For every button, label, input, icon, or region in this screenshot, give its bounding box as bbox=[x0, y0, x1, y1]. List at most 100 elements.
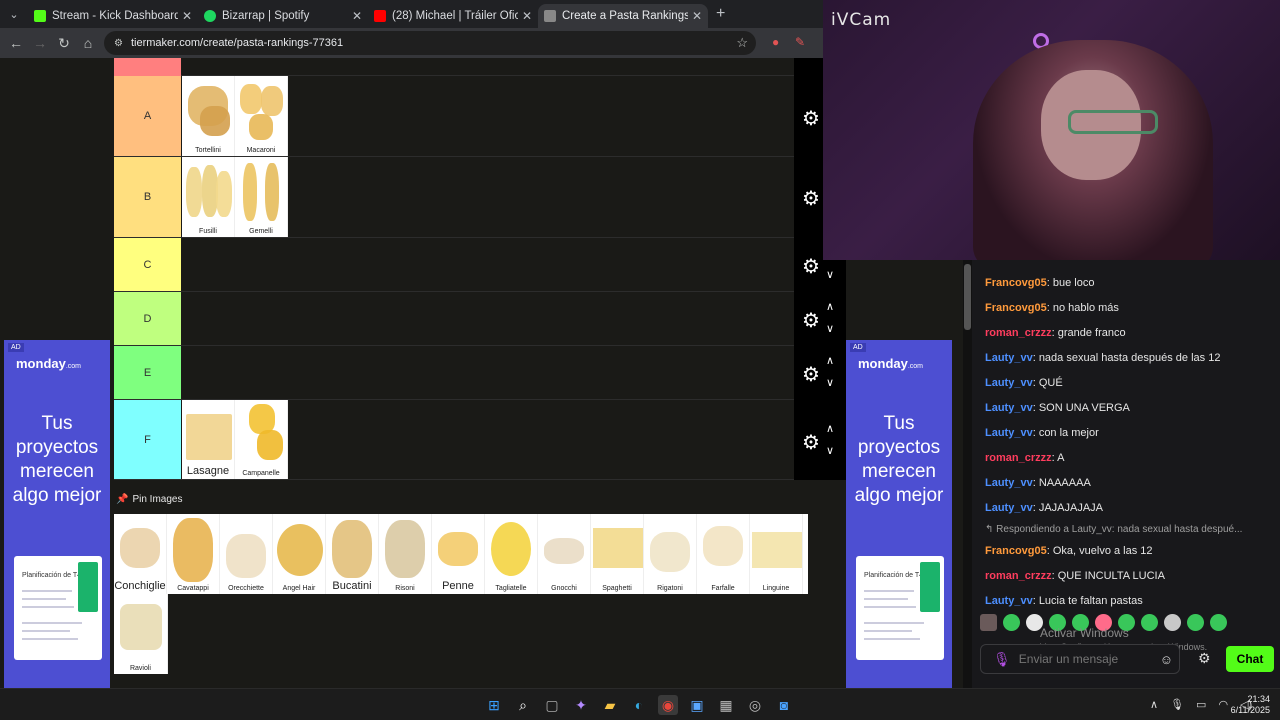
clock[interactable]: 21:34 6/11/2025 bbox=[1231, 694, 1270, 716]
close-icon[interactable]: ✕ bbox=[352, 9, 362, 23]
pasta-item[interactable]: Bucatini bbox=[326, 514, 379, 594]
chevron-down-icon[interactable]: ∨ bbox=[826, 376, 834, 389]
tier-label-a[interactable]: A bbox=[114, 76, 181, 156]
pasta-item[interactable]: Campanelle bbox=[235, 400, 288, 479]
gear-icon[interactable]: ⚙ bbox=[1198, 650, 1211, 667]
chevron-down-icon[interactable]: ∨ bbox=[826, 268, 834, 281]
pasta-item[interactable]: Angel Hair bbox=[273, 514, 326, 594]
chat-message: Lauty_vv: SON UNA VERGA bbox=[985, 401, 1130, 414]
tab-spotify[interactable]: Bizarrap | Spotify ✕ bbox=[198, 4, 368, 28]
home-icon[interactable]: ⌂ bbox=[76, 35, 100, 51]
pasta-item[interactable]: Rigatoni bbox=[644, 514, 697, 594]
reload-icon[interactable]: ↻ bbox=[52, 35, 76, 52]
chevron-down-icon[interactable]: ∨ bbox=[826, 444, 834, 457]
app-icon[interactable]: ◙ bbox=[774, 695, 794, 715]
image-pool: Ravioli bbox=[114, 594, 168, 674]
emoji-icon[interactable]: ☺ bbox=[1160, 652, 1173, 667]
pin-icon: 📌 bbox=[116, 494, 129, 505]
pasta-item[interactable]: Penne bbox=[432, 514, 485, 594]
calculator-icon[interactable]: ▦ bbox=[716, 695, 736, 715]
ad-screenshot: Planificación de T4 bbox=[14, 556, 102, 660]
close-icon[interactable]: ✕ bbox=[522, 9, 532, 23]
ad-banner-right[interactable]: AD monday.com Tus proyectos merecen algo… bbox=[846, 340, 952, 688]
pasta-item[interactable]: Spaghetti bbox=[591, 514, 644, 594]
tier-label-c[interactable]: C bbox=[114, 238, 181, 291]
windows-start-icon[interactable]: ⊞ bbox=[484, 695, 504, 715]
tier-label-s[interactable] bbox=[114, 58, 181, 76]
chat-send-button[interactable]: Chat bbox=[1226, 646, 1274, 672]
pasta-item[interactable]: Gnocchi bbox=[538, 514, 591, 594]
pasta-item[interactable]: Orecchiette bbox=[220, 514, 273, 594]
emote-icon[interactable] bbox=[1187, 614, 1204, 631]
gear-icon[interactable]: ⚙ bbox=[802, 362, 820, 387]
chat-message: roman_crzzz: A bbox=[985, 451, 1065, 464]
chat-input[interactable]: 🎙 ☺ bbox=[980, 644, 1180, 674]
forward-icon[interactable]: → bbox=[28, 35, 52, 51]
close-icon[interactable]: ✕ bbox=[692, 9, 702, 23]
pasta-item[interactable]: Fusilli bbox=[182, 157, 235, 237]
chat-scrollbar[interactable] bbox=[963, 260, 972, 688]
tab-kick[interactable]: Stream - Kick Dashboard ✕ bbox=[28, 4, 198, 28]
tab-youtube[interactable]: (28) Michael | Tráiler Oficial - H ✕ bbox=[368, 4, 538, 28]
file-explorer-icon[interactable]: ▰ bbox=[600, 695, 620, 715]
pasta-item[interactable]: Gemelli bbox=[235, 157, 288, 237]
emote-icon[interactable] bbox=[1141, 614, 1158, 631]
extension-icon[interactable]: ● bbox=[772, 35, 779, 49]
close-icon[interactable]: ✕ bbox=[182, 9, 192, 23]
emote-icon[interactable] bbox=[980, 614, 997, 631]
tier-label-b[interactable]: B bbox=[114, 157, 181, 237]
wifi-icon[interactable]: ◠ bbox=[1218, 698, 1228, 711]
search-icon[interactable]: ⌕ bbox=[513, 695, 533, 715]
gear-icon[interactable]: ⚙ bbox=[802, 106, 820, 131]
tier-label-f[interactable]: F bbox=[114, 400, 181, 479]
chevron-up-icon[interactable]: ∧ bbox=[826, 300, 834, 313]
site-info-icon[interactable]: ⚙ bbox=[114, 38, 123, 49]
gear-icon[interactable]: ⚙ bbox=[802, 308, 820, 333]
chat-message-field[interactable] bbox=[1018, 652, 1149, 666]
monitor-icon[interactable]: ▭ bbox=[1196, 698, 1206, 711]
new-tab-button[interactable]: + bbox=[716, 5, 725, 23]
pasta-item[interactable]: Tortellini bbox=[182, 76, 235, 156]
address-bar[interactable]: ⚙ tiermaker.com/create/pasta-rankings-77… bbox=[104, 31, 756, 55]
tier-label-e[interactable]: E bbox=[114, 346, 181, 399]
task-view-icon[interactable]: ▢ bbox=[542, 695, 562, 715]
pasta-item[interactable]: Ravioli bbox=[114, 594, 168, 674]
chevron-down-icon[interactable]: ∨ bbox=[826, 322, 834, 335]
obs-icon[interactable]: ◎ bbox=[745, 695, 765, 715]
ad-banner-left[interactable]: AD monday.com Tus proyectos merecen algo… bbox=[4, 340, 110, 688]
chevron-up-icon[interactable]: ∧ bbox=[1150, 698, 1158, 711]
copilot-icon[interactable]: ✦ bbox=[571, 695, 591, 715]
gear-icon[interactable]: ⚙ bbox=[802, 186, 820, 211]
ad-screenshot: Planificación de T4 bbox=[856, 556, 944, 660]
emote-icon[interactable] bbox=[1210, 614, 1227, 631]
store-icon[interactable]: ▣ bbox=[687, 695, 707, 715]
chat-message: roman_crzzz: QUE INCULTA LUCIA bbox=[985, 569, 1165, 582]
tab-search-icon[interactable]: ⌄ bbox=[0, 0, 28, 28]
gear-icon[interactable]: ⚙ bbox=[802, 254, 820, 279]
chevron-up-icon[interactable]: ∧ bbox=[826, 354, 834, 367]
gear-icon[interactable]: ⚙ bbox=[802, 430, 820, 455]
tier-label-d[interactable]: D bbox=[114, 292, 181, 345]
chat-message: Lauty_vv: nada sexual hasta después de l… bbox=[985, 351, 1221, 364]
pasta-item[interactable]: Macaroni bbox=[235, 76, 288, 156]
pasta-item[interactable]: Tagliatelle bbox=[485, 514, 538, 594]
pin-images-title: 📌 Pin Images bbox=[116, 494, 183, 505]
edge-icon[interactable]: ◐ bbox=[629, 695, 649, 715]
bookmark-star-icon[interactable]: ☆ bbox=[736, 35, 748, 51]
pasta-item[interactable]: Linguine bbox=[750, 514, 803, 594]
pasta-item[interactable]: Conchiglie bbox=[114, 514, 167, 594]
chat-message: Lauty_vv: NAAAAAA bbox=[985, 476, 1091, 489]
emote-icon[interactable] bbox=[1164, 614, 1181, 631]
emote-icon[interactable] bbox=[1003, 614, 1020, 631]
chrome-icon[interactable]: ◉ bbox=[658, 695, 678, 715]
pasta-item[interactable]: Lasagne bbox=[182, 400, 235, 479]
microphone-icon[interactable]: 🎙 bbox=[1170, 698, 1184, 711]
extension-icon[interactable]: ✎ bbox=[795, 35, 805, 49]
pasta-item[interactable]: Farfalle bbox=[697, 514, 750, 594]
pasta-item[interactable]: Cavatappi bbox=[167, 514, 220, 594]
pasta-item[interactable]: Risoni bbox=[379, 514, 432, 594]
chevron-up-icon[interactable]: ∧ bbox=[826, 422, 834, 435]
microphone-icon[interactable]: 🎙 bbox=[993, 651, 1011, 668]
tab-tiermaker[interactable]: Create a Pasta Rankings Tier Lis ✕ bbox=[538, 4, 708, 28]
back-icon[interactable]: ← bbox=[4, 35, 28, 51]
